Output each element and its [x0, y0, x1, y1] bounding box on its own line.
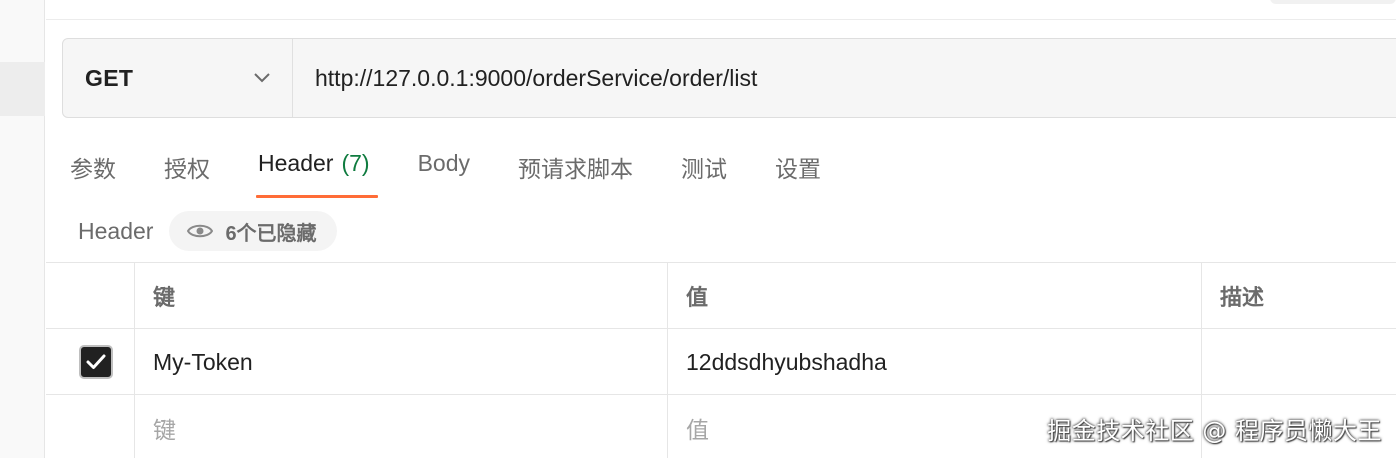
header-value-field[interactable]: 12ddsdhyubshadha — [668, 329, 1202, 395]
column-header-checkbox — [46, 263, 135, 329]
tab-label: Body — [417, 150, 470, 176]
row-checkbox-cell — [46, 395, 135, 458]
tab-label: 参数 — [70, 156, 116, 182]
tab-label: 设置 — [775, 156, 821, 182]
hidden-headers-toggle[interactable]: 6个已隐藏 — [169, 211, 337, 251]
row-enabled-checkbox[interactable] — [79, 345, 113, 379]
method-label: GET — [85, 64, 134, 91]
tab-settings[interactable]: 设置 — [775, 144, 821, 198]
request-url-bar: GET http://127.0.0.1:9000/orderService/o… — [62, 38, 1396, 118]
request-tabs: 参数 授权 Header (7) Body 预请求脚本 测试 设置 — [70, 144, 869, 198]
check-icon — [86, 354, 106, 369]
tab-headers[interactable]: Header (7) — [256, 144, 378, 198]
tab-label: Header — [258, 150, 334, 176]
tab-params[interactable]: 参数 — [70, 144, 116, 198]
column-header-key: 键 — [135, 263, 668, 329]
tab-tests[interactable]: 测试 — [681, 144, 727, 198]
top-corner-control[interactable] — [1270, 0, 1396, 4]
section-title: Header — [78, 217, 154, 244]
column-header-description: 描述 — [1220, 285, 1265, 310]
header-key-field[interactable]: My-Token — [135, 329, 668, 395]
tab-label: 测试 — [681, 156, 727, 182]
chevron-down-icon — [252, 68, 272, 88]
row-checkbox-cell — [46, 329, 135, 395]
eye-icon — [187, 222, 214, 240]
sidebar-active-item[interactable] — [0, 62, 45, 116]
table-header-row: 键 值 描述 — [46, 263, 1396, 329]
method-select[interactable]: GET — [63, 39, 293, 117]
url-input[interactable]: http://127.0.0.1:9000/orderService/order… — [293, 65, 757, 92]
tab-pre-request-script[interactable]: 预请求脚本 — [518, 144, 633, 198]
header-section-bar: Header 6个已隐藏 — [78, 211, 337, 251]
new-key-field[interactable]: 键 — [135, 395, 668, 458]
tab-body[interactable]: Body — [418, 144, 470, 198]
watermark: 掘金技术社区 @ 程序员懒大王 — [1047, 417, 1382, 445]
column-header-value: 值 — [668, 263, 1202, 329]
hidden-count-label: 6个已隐藏 — [225, 222, 317, 245]
top-strip — [46, 0, 1396, 20]
sidebar-rail — [0, 0, 45, 458]
tab-label: 授权 — [164, 156, 210, 182]
tab-label: 预请求脚本 — [518, 156, 633, 182]
tab-count-badge: (7) — [341, 150, 370, 176]
table-row: My-Token 12ddsdhyubshadha — [46, 329, 1396, 395]
tab-auth[interactable]: 授权 — [164, 144, 210, 198]
header-description-field[interactable] — [1202, 329, 1396, 395]
